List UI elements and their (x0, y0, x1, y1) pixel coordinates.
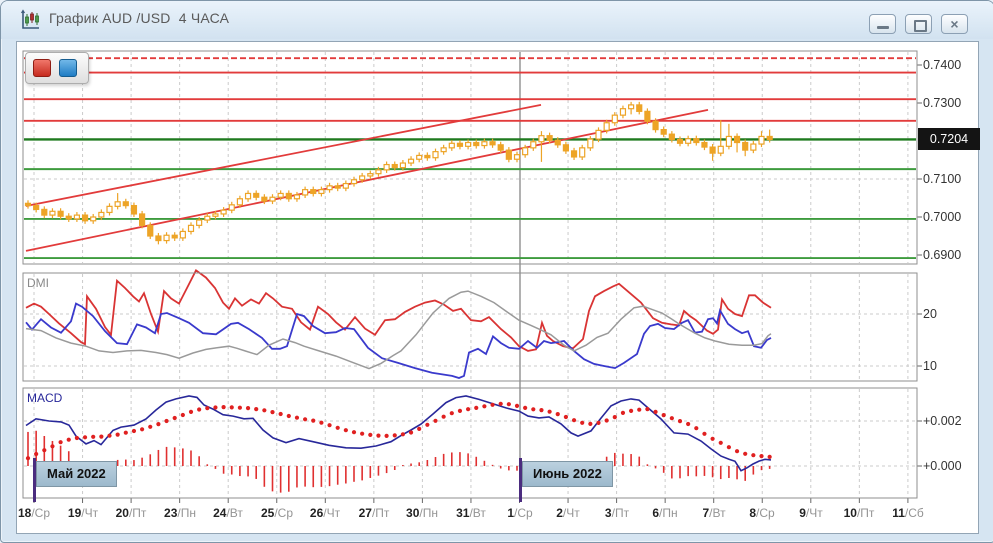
macd-axis-label: +0.002 (923, 413, 962, 429)
date-weekday: /Чт (81, 506, 98, 520)
close-icon: × (942, 15, 967, 33)
date-weekday: /Пн (419, 506, 438, 520)
date-weekday: /Ср (514, 506, 533, 520)
price-axis-label: 0.7400 (923, 57, 961, 73)
minimize-button[interactable] (869, 14, 896, 34)
price-axis-label: 0.6900 (923, 247, 961, 263)
date-day: 30 (406, 506, 419, 520)
date-label: 23/Пн (156, 506, 204, 520)
month-label: Май 2022 (36, 461, 117, 487)
dmi-panel-label: DMI (27, 276, 49, 290)
price-plot-area[interactable] (23, 51, 917, 264)
macd-axis-label: +0.000 (923, 458, 962, 474)
date-weekday: /Пт (129, 506, 146, 520)
current-price-badge: 0.7204 (918, 128, 980, 150)
date-label: 2/Чт (544, 506, 592, 520)
close-button[interactable]: × (941, 14, 968, 34)
date-day: 2 (556, 506, 563, 520)
date-weekday: /Сб (905, 506, 924, 520)
date-label: 18/Ср (10, 506, 58, 520)
date-weekday: /Чт (563, 506, 580, 520)
date-label: 6/Пн (641, 506, 689, 520)
date-weekday: /Чт (806, 506, 823, 520)
price-axis-label: 0.7100 (923, 171, 961, 187)
date-day: 10 (844, 506, 857, 520)
date-day: 26 (310, 506, 323, 520)
restore-icon (914, 20, 927, 32)
chart-toolbar (25, 52, 89, 84)
date-label: 31/Вт (447, 506, 495, 520)
date-label: 7/Вт (690, 506, 738, 520)
candlestick-chart-icon (19, 9, 41, 31)
date-label: 20/Пт (107, 506, 155, 520)
date-label: 3/Пт (593, 506, 641, 520)
date-label: 25/Ср (253, 506, 301, 520)
date-day: 1 (507, 506, 514, 520)
date-weekday: /Пт (612, 506, 629, 520)
date-day: 25 (261, 506, 274, 520)
macd-panel-label: MACD (27, 391, 62, 405)
date-label: 24/Вт (204, 506, 252, 520)
date-label: 10/Пт (835, 506, 883, 520)
date-weekday: /Пн (659, 506, 678, 520)
chart-window: DMI MACD 0.7204 0.7400 0.7300 0.7100 0.7000… (0, 0, 993, 543)
dmi-plot-area[interactable] (23, 273, 917, 381)
date-weekday: /Вт (469, 506, 485, 520)
date-weekday: /Ср (756, 506, 775, 520)
date-weekday: /Вт (226, 506, 242, 520)
blue-square-button[interactable] (59, 59, 77, 77)
date-day: 19 (68, 506, 81, 520)
date-day: 3 (605, 506, 612, 520)
date-day: 8 (749, 506, 756, 520)
date-day: 24 (213, 506, 226, 520)
date-weekday: /Пт (857, 506, 874, 520)
date-weekday: /Пт (372, 506, 389, 520)
date-day: 23 (164, 506, 177, 520)
dmi-axis-label: 20 (923, 306, 937, 322)
date-weekday: /Ср (31, 506, 50, 520)
date-day: 31 (456, 506, 469, 520)
minimize-icon (877, 26, 889, 29)
window-titlebar[interactable]: График AUD /USD 4 ЧАСА × (1, 1, 993, 39)
date-label: 1/Ср (496, 506, 544, 520)
date-label: 27/Пт (350, 506, 398, 520)
date-weekday: /Вт (709, 506, 725, 520)
window-title: График AUD /USD 4 ЧАСА (49, 10, 229, 26)
date-weekday: /Пн (177, 506, 196, 520)
date-day: 11 (892, 506, 905, 520)
date-day: 18 (18, 506, 31, 520)
dmi-axis-label: 10 (923, 358, 937, 374)
date-day: 9 (799, 506, 806, 520)
date-weekday: /Чт (323, 506, 340, 520)
date-label: 30/Пн (398, 506, 446, 520)
chart-canvas[interactable] (1, 1, 993, 542)
date-label: 8/Ср (738, 506, 786, 520)
date-day: 20 (116, 506, 129, 520)
date-label: 26/Чт (301, 506, 349, 520)
date-label: 19/Чт (59, 506, 107, 520)
price-axis-label: 0.7300 (923, 95, 961, 111)
date-label: 11/Сб (884, 506, 932, 520)
date-label: 9/Чт (787, 506, 835, 520)
red-square-button[interactable] (33, 59, 51, 77)
macd-plot-area[interactable] (23, 388, 917, 498)
window-controls: × (869, 14, 968, 34)
date-weekday: /Ср (274, 506, 293, 520)
month-label: Июнь 2022 (522, 461, 613, 487)
price-axis-label: 0.7000 (923, 209, 961, 225)
date-day: 27 (359, 506, 372, 520)
restore-button[interactable] (905, 14, 932, 34)
